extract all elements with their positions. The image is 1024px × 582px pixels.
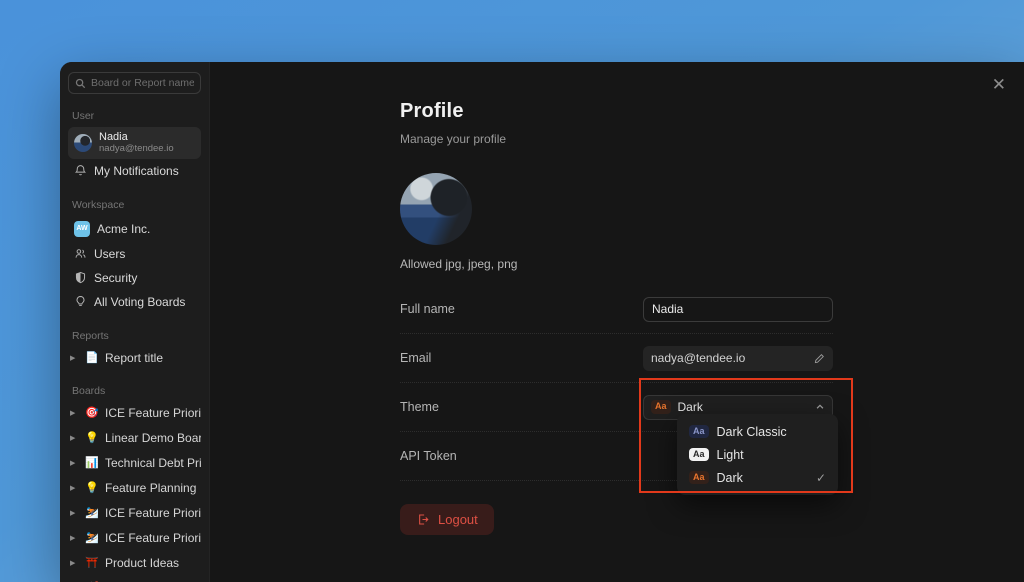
expand-caret-icon[interactable]: ▶ [70, 459, 79, 467]
email-value: nadya@tendee.io [651, 351, 745, 365]
user-email: nadya@tendee.io [99, 144, 174, 155]
sidebar-item-label: Report title [105, 351, 163, 365]
expand-caret-icon[interactable]: ▶ [70, 484, 79, 492]
expand-caret-icon[interactable]: ▶ [70, 534, 79, 542]
shield-icon [74, 271, 87, 284]
sidebar: Board or Report name... User Nadia nadya… [60, 62, 210, 582]
expand-caret-icon[interactable]: ▶ [70, 559, 79, 567]
user-name: Nadia [99, 131, 174, 144]
board-emoji-icon: ⛷️ [85, 531, 99, 544]
sidebar-item-label: ICE Feature Priorities [105, 506, 201, 520]
sidebar-item-board[interactable]: ▶ 🎯 ICE Feature Priorities [68, 402, 201, 424]
bell-icon [74, 164, 87, 177]
sidebar-item-board[interactable]: ▶ 🚀 Product Roadmap [68, 577, 201, 582]
sidebar-item-label: ICE Feature Priorities [105, 531, 201, 545]
sidebar-item-notifications[interactable]: My Notifications [68, 159, 201, 183]
theme-option-badge-icon: Aa [689, 448, 709, 462]
sidebar-item-all-voting-boards[interactable]: All Voting Boards [68, 290, 201, 314]
sidebar-item-label: Security [94, 271, 137, 285]
sidebar-item-label: My Notifications [94, 164, 179, 178]
report-emoji-icon: 📄 [85, 351, 99, 364]
profile-panel: ✕ Profile Manage your profile Allowed jp… [210, 62, 1024, 582]
sidebar-item-label: ICE Feature Priorities [105, 406, 201, 420]
sidebar-item-users[interactable]: Users [68, 242, 201, 266]
sidebar-item-label: Technical Debt Priori... [105, 456, 201, 470]
sidebar-item-profile[interactable]: Nadia nadya@tendee.io [68, 127, 201, 159]
board-emoji-icon: 🎯 [85, 406, 99, 419]
full-name-label: Full name [400, 302, 455, 316]
sidebar-item-board[interactable]: ▶ 💡 Linear Demo Board [68, 427, 201, 449]
sidebar-item-board[interactable]: ▶ 📊 Technical Debt Priori... [68, 452, 201, 474]
logout-icon [416, 513, 429, 526]
sidebar-item-board[interactable]: ▶ ⛷️ ICE Feature Priorities [68, 527, 201, 549]
full-name-row: Full name [400, 285, 833, 334]
board-emoji-icon: 💡 [85, 481, 99, 494]
theme-badge-icon: Aa [651, 400, 671, 414]
email-label: Email [400, 351, 431, 365]
page-title: Profile [400, 100, 833, 123]
theme-dropdown-menu: Aa Dark Classic Aa Light Aa Dark ✓ [677, 414, 838, 495]
theme-option-badge-icon: Aa [689, 471, 709, 485]
users-icon [74, 247, 87, 260]
settings-modal: Board or Report name... User Nadia nadya… [60, 62, 1024, 582]
search-input[interactable]: Board or Report name... [68, 72, 201, 94]
email-row: Email nadya@tendee.io [400, 334, 833, 383]
logout-label: Logout [438, 512, 478, 527]
sidebar-item-label: Users [94, 247, 125, 261]
theme-option-label: Dark Classic [717, 425, 787, 439]
sidebar-item-board[interactable]: ▶ 💡 Feature Planning [68, 477, 201, 499]
sidebar-item-report[interactable]: ▶ 📄 Report title [68, 347, 201, 369]
sidebar-item-label: Product Ideas [105, 556, 179, 570]
board-emoji-icon: ⛷️ [85, 506, 99, 519]
sidebar-item-security[interactable]: Security [68, 266, 201, 290]
search-icon [75, 78, 86, 89]
check-icon: ✓ [816, 471, 826, 485]
section-label-reports: Reports [72, 330, 197, 342]
board-emoji-icon: 💡 [85, 431, 99, 444]
theme-option-light[interactable]: Aa Light [683, 443, 832, 466]
search-placeholder: Board or Report name... [91, 77, 194, 89]
api-token-label: API Token [400, 449, 457, 463]
logout-button[interactable]: Logout [400, 504, 494, 535]
expand-caret-icon[interactable]: ▶ [70, 409, 79, 417]
sidebar-item-workspace-org[interactable]: AW Acme Inc. [68, 216, 201, 242]
section-label-user: User [72, 110, 197, 122]
theme-option-label: Light [717, 448, 744, 462]
chevron-up-icon [815, 402, 825, 412]
close-icon[interactable]: ✕ [988, 72, 1010, 97]
section-label-boards: Boards [72, 385, 197, 397]
theme-option-label: Dark [717, 471, 743, 485]
sidebar-item-board[interactable]: ▶ ⛷️ ICE Feature Priorities [68, 502, 201, 524]
sidebar-item-label: Feature Planning [105, 481, 196, 495]
expand-caret-icon[interactable]: ▶ [70, 354, 79, 362]
board-emoji-icon: 📊 [85, 456, 99, 469]
avatar-upload-hint: Allowed jpg, jpeg, png [400, 257, 833, 271]
sidebar-item-label: Linear Demo Board [105, 431, 201, 445]
page-subtitle: Manage your profile [400, 132, 833, 146]
section-label-workspace: Workspace [72, 199, 197, 211]
workspace-badge-icon: AW [74, 221, 90, 237]
board-emoji-icon: ⛩️ [85, 556, 99, 569]
theme-option-dark[interactable]: Aa Dark ✓ [683, 466, 832, 489]
profile-avatar[interactable] [400, 173, 472, 245]
email-field[interactable]: nadya@tendee.io [643, 346, 833, 371]
theme-option-badge-icon: Aa [689, 425, 709, 439]
sidebar-item-label: Acme Inc. [97, 222, 150, 236]
expand-caret-icon[interactable]: ▶ [70, 434, 79, 442]
lightbulb-icon [74, 295, 87, 308]
theme-option-dark-classic[interactable]: Aa Dark Classic [683, 420, 832, 443]
theme-selected-value: Dark [678, 400, 703, 414]
user-avatar-small [74, 134, 92, 152]
full-name-input[interactable] [643, 297, 833, 322]
theme-row: Theme Aa Dark [400, 383, 833, 432]
sidebar-item-board[interactable]: ▶ ⛩️ Product Ideas [68, 552, 201, 574]
sidebar-item-label: All Voting Boards [94, 295, 185, 309]
expand-caret-icon[interactable]: ▶ [70, 509, 79, 517]
edit-pencil-icon[interactable] [814, 353, 825, 364]
theme-label: Theme [400, 400, 439, 414]
